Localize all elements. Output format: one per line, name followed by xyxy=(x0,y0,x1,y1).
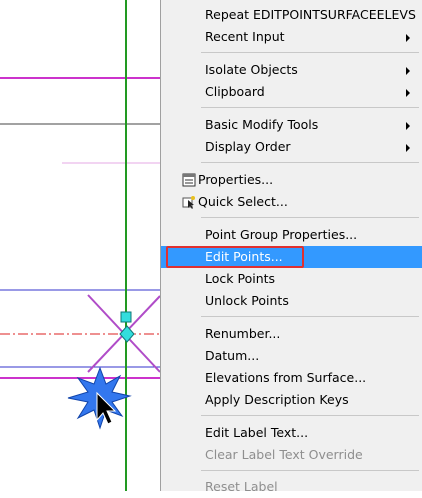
menu-item-label: Quick Select... xyxy=(198,194,288,209)
submenu-arrow-icon xyxy=(406,122,410,130)
submenu-arrow-icon xyxy=(406,144,410,152)
menu-item-recent-input[interactable]: Recent Input xyxy=(161,26,422,48)
menu-item-reset-label: Reset Label xyxy=(161,476,422,498)
menu-item-label: Elevations from Surface... xyxy=(205,370,367,385)
menu-item-basic-modify-tools[interactable]: Basic Modify Tools xyxy=(161,114,422,136)
menu-item-label: Edit Label Text... xyxy=(205,425,309,440)
menu-item-label: Display Order xyxy=(205,139,291,154)
menu-separator xyxy=(201,52,419,53)
menu-separator xyxy=(201,162,419,163)
submenu-arrow-icon xyxy=(406,67,410,75)
menu-item-label: Basic Modify Tools xyxy=(205,117,319,132)
menu-item-elevations-from-surface[interactable]: Elevations from Surface... xyxy=(161,367,422,389)
quick-select-icon xyxy=(182,196,195,209)
menu-item-label: Apply Description Keys xyxy=(205,392,349,407)
menu-separator xyxy=(201,217,419,218)
grip-diamond[interactable] xyxy=(119,325,135,343)
grip-square[interactable] xyxy=(120,311,132,323)
highlight-outline xyxy=(166,246,304,268)
menu-item-label: Renumber... xyxy=(205,326,281,341)
menu-item-apply-description-keys[interactable]: Apply Description Keys xyxy=(161,389,422,411)
menu-item-label: Recent Input xyxy=(205,29,285,44)
menu-item-label: Clipboard xyxy=(205,84,265,99)
menu-item-label: Datum... xyxy=(205,348,260,363)
menu-separator xyxy=(201,316,419,317)
menu-item-label: Point Group Properties... xyxy=(205,227,358,242)
menu-item-display-order[interactable]: Display Order xyxy=(161,136,422,158)
menu-item-renumber[interactable]: Renumber... xyxy=(161,323,422,345)
menu-item-label: Isolate Objects xyxy=(205,62,298,77)
menu-item-clipboard[interactable]: Clipboard xyxy=(161,81,422,103)
menu-item-label: Reset Label xyxy=(205,479,278,494)
menu-item-point-group-properties[interactable]: Point Group Properties... xyxy=(161,224,422,246)
menu-item-label: Lock Points xyxy=(205,271,276,286)
menu-item-edit-label-text[interactable]: Edit Label Text... xyxy=(161,422,422,444)
menu-item-isolate-objects[interactable]: Isolate Objects xyxy=(161,59,422,81)
menu-item-label: Repeat EDITPOINTSURFACEELEVS xyxy=(205,7,416,22)
menu-separator xyxy=(201,107,419,108)
menu-item-label: Properties... xyxy=(198,172,274,187)
menu-separator xyxy=(201,470,419,471)
menu-item-unlock-points[interactable]: Unlock Points xyxy=(161,290,422,312)
submenu-arrow-icon xyxy=(406,89,410,97)
submenu-arrow-icon xyxy=(406,34,410,42)
menu-item-repeat-editpointsurfaceelevs[interactable]: Repeat EDITPOINTSURFACEELEVS xyxy=(161,4,422,26)
menu-item-quick-select[interactable]: Quick Select... xyxy=(161,191,422,213)
menu-item-properties[interactable]: Properties... xyxy=(161,169,422,191)
properties-icon xyxy=(182,173,196,187)
menu-item-clear-label-text-override: Clear Label Text Override xyxy=(161,444,422,466)
menu-item-datum[interactable]: Datum... xyxy=(161,345,422,367)
menu-item-lock-points[interactable]: Lock Points xyxy=(161,268,422,290)
menu-separator xyxy=(201,415,419,416)
menu-item-label: Clear Label Text Override xyxy=(205,447,363,462)
menu-item-label: Unlock Points xyxy=(205,293,289,308)
